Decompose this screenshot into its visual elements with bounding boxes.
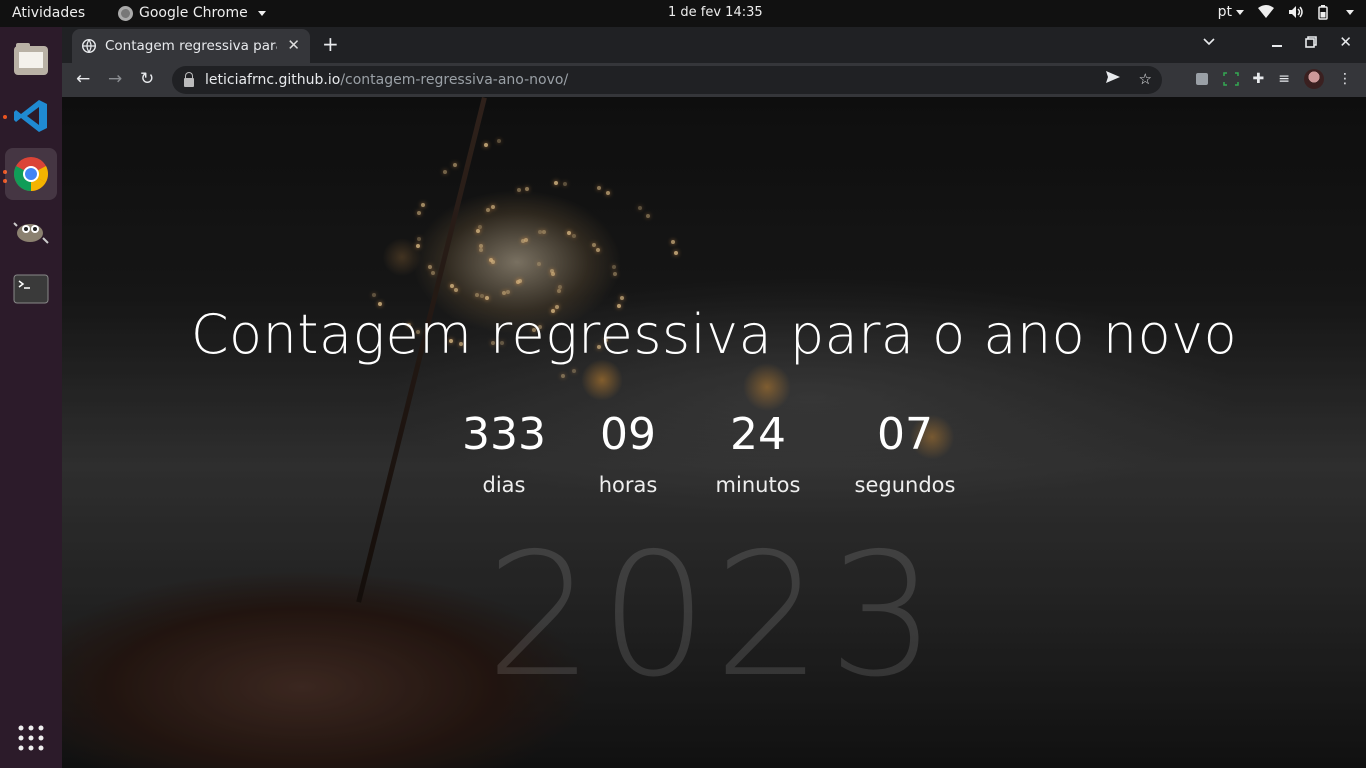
ubuntu-dock [0, 27, 62, 768]
omnibox-actions: ☆ [1105, 70, 1152, 88]
vscode-icon [14, 100, 47, 132]
forward-arrow-icon[interactable]: → [108, 69, 122, 89]
files-icon [14, 43, 48, 75]
gimp-icon [13, 222, 49, 244]
profile-avatar[interactable] [1304, 69, 1324, 89]
countdown-days: 333 dias [443, 409, 565, 497]
seconds-value: 07 [877, 409, 933, 460]
countdown-minutes: 24 minutos [691, 409, 825, 497]
year-watermark: 2023 [485, 517, 943, 715]
app-menu-label: Google Chrome [139, 5, 248, 21]
address-bar[interactable]: leticiafrnc.github.io/contagem-regressiv… [172, 66, 1162, 94]
wifi-icon[interactable] [1258, 5, 1274, 19]
restore-icon[interactable] [1305, 36, 1318, 48]
app-menu[interactable]: Google Chrome [118, 5, 266, 21]
close-window-icon[interactable]: ✕ [1339, 33, 1352, 51]
chevron-down-icon [257, 10, 266, 16]
globe-icon [82, 39, 96, 53]
gnome-top-bar: Atividades Google Chrome 1 de fev 14:35 … [0, 0, 1366, 27]
back-arrow-icon[interactable]: ← [76, 69, 90, 89]
tab-search-chevron-icon[interactable] [1203, 38, 1215, 46]
tab-title: Contagem regressiva para o ano novo [105, 38, 277, 54]
dock-item-terminal[interactable] [5, 263, 57, 315]
dock-item-vscode[interactable] [5, 90, 57, 142]
clock[interactable]: 1 de fev 14:35 [668, 5, 763, 20]
hours-value: 09 [600, 409, 656, 460]
minimize-icon[interactable] [1271, 36, 1283, 48]
lock-icon[interactable] [184, 71, 194, 87]
bookmark-star-icon[interactable]: ☆ [1139, 70, 1152, 88]
dock-item-gimp[interactable] [5, 205, 57, 257]
volume-icon[interactable] [1288, 5, 1304, 19]
send-icon[interactable] [1105, 70, 1121, 84]
browser-tab[interactable]: Contagem regressiva para o ano novo ✕ [72, 29, 310, 63]
dock-item-app-grid[interactable] [5, 712, 57, 764]
url-path: /contagem-regressiva-ano-novo/ [340, 72, 569, 88]
url-host: leticiafrnc.github.io [205, 72, 341, 88]
language-indicator[interactable]: pt [1218, 4, 1244, 20]
extensions-area: ✚ ≡ ⋮ [1195, 69, 1352, 89]
chrome-icon [14, 157, 48, 191]
countdown-hours: 09 horas [565, 409, 691, 497]
chrome-tab-strip: Contagem regressiva para o ano novo ✕ + … [62, 27, 1366, 63]
page-title: Contagem regressiva para o ano novo [190, 303, 1238, 366]
tab-close-icon[interactable]: ✕ [287, 36, 300, 54]
chevron-down-icon [1236, 9, 1244, 15]
app-grid-icon [18, 725, 44, 751]
hours-label: horas [598, 473, 658, 497]
window-controls: ✕ [1203, 33, 1352, 51]
terminal-icon [13, 274, 49, 304]
minutes-label: minutos [715, 473, 801, 497]
chrome-menu-icon[interactable]: ⋮ [1338, 71, 1352, 87]
countdown-seconds: 07 segundos [825, 409, 985, 497]
seconds-label: segundos [854, 473, 956, 497]
chrome-toolbar: ← → ↻ leticiafrnc.github.io/contagem-reg… [62, 63, 1366, 97]
chrome-small-icon [118, 5, 133, 21]
days-label: dias [482, 473, 526, 497]
screenshot-extension-icon[interactable] [1222, 72, 1239, 86]
dock-item-files[interactable] [5, 33, 57, 85]
puzzle-icon[interactable]: ✚ [1253, 71, 1265, 87]
extension-icon[interactable] [1195, 72, 1209, 86]
dock-item-chrome[interactable] [5, 148, 57, 200]
minutes-value: 24 [730, 409, 786, 460]
system-tray[interactable]: pt [1218, 4, 1354, 20]
countdown: 333 dias 09 horas 24 minutos 07 segundos [62, 409, 1366, 497]
media-playlist-icon[interactable]: ≡ [1278, 71, 1290, 87]
reload-icon[interactable]: ↻ [140, 69, 154, 89]
language-label: pt [1217, 4, 1232, 20]
system-menu-chevron-icon[interactable] [1346, 9, 1354, 15]
page-viewport: Contagem regressiva para o ano novo 333 … [62, 97, 1366, 768]
days-value: 333 [462, 409, 546, 460]
battery-icon[interactable] [1318, 4, 1328, 20]
activities-button[interactable]: Atividades [12, 5, 85, 21]
new-tab-button[interactable]: + [322, 32, 339, 56]
